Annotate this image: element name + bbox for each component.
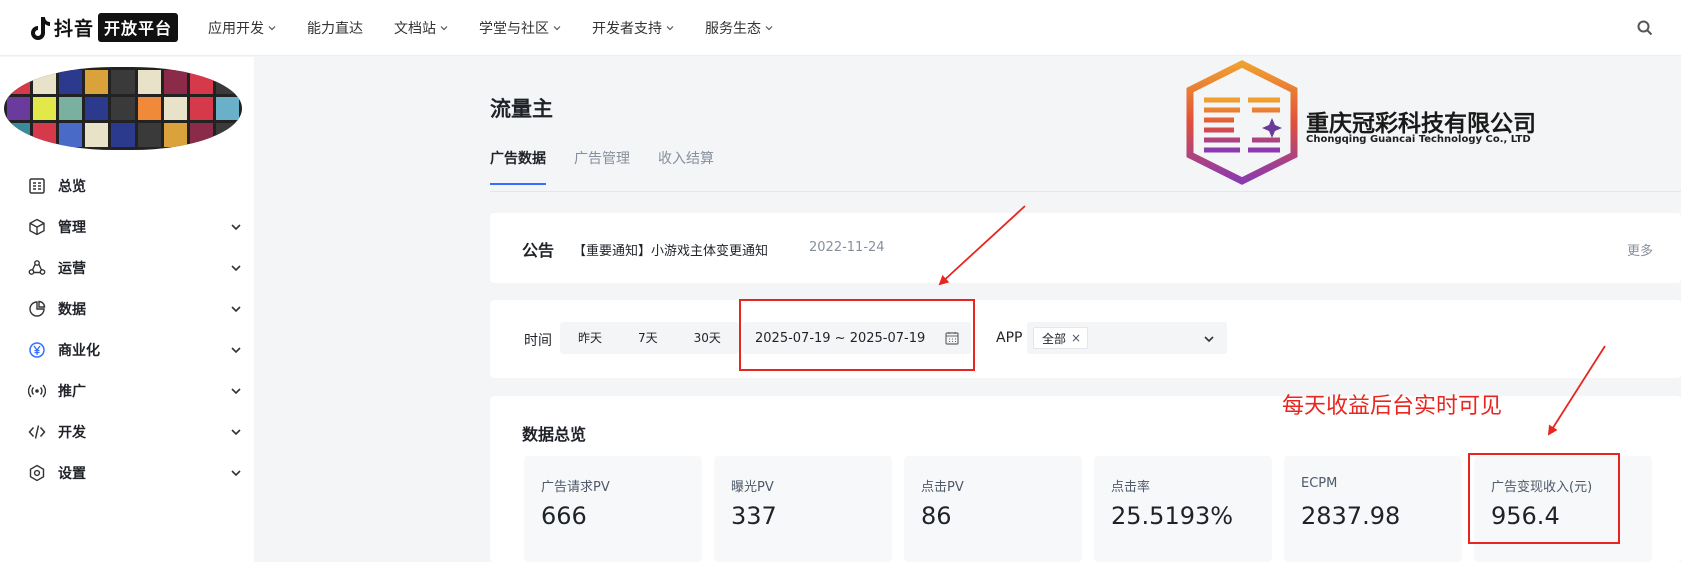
- chevron-down-icon: [231, 265, 241, 272]
- metric-label: 点击率: [1111, 480, 1151, 495]
- sidebar-item-operation[interactable]: 运营: [28, 256, 242, 280]
- overview-icon: [29, 178, 45, 194]
- app-avatar-mosaic: [4, 67, 242, 150]
- metric-click-pv: 点击PV 86: [904, 456, 1082, 562]
- sidebar-item-promotion[interactable]: 推广: [28, 379, 242, 403]
- metric-ecpm: ECPM 2837.98: [1284, 456, 1462, 562]
- tab-ad-management[interactable]: 广告管理: [574, 148, 630, 185]
- sidebar-item-overview[interactable]: 总览: [28, 174, 242, 198]
- chevron-down-icon: [231, 429, 241, 436]
- metric-label: 广告请求PV: [541, 480, 610, 495]
- chevron-down-icon: [440, 25, 448, 30]
- metric-value: 337: [731, 502, 777, 530]
- pie-chart-icon: [29, 300, 46, 317]
- metric-impression-pv: 曝光PV 337: [714, 456, 892, 562]
- annotation-text: 每天收益后台实时可见: [1282, 394, 1503, 419]
- sidebar-item-develop[interactable]: 开发: [28, 420, 242, 444]
- search-icon[interactable]: [1635, 18, 1655, 38]
- sidebar: 总览 管理 运营 数据 商业化 推广 开发 设置: [0, 57, 254, 562]
- metric-value: 25.5193%: [1111, 502, 1234, 530]
- main-nav: 应用开发 能力直达 文档站 学堂与社区 开发者支持 服务生态: [208, 18, 804, 38]
- chevron-down-icon: [231, 224, 241, 231]
- operation-icon: [28, 260, 46, 275]
- sidebar-item-data[interactable]: 数据: [28, 297, 242, 321]
- app-tag-all: 全部 ×: [1033, 327, 1089, 349]
- nav-item-app-dev[interactable]: 应用开发: [208, 18, 276, 38]
- notice-more-link[interactable]: 更多: [1627, 240, 1653, 259]
- douyin-logo[interactable]: 抖音 开放平台: [30, 13, 179, 42]
- notice-date: 2022-11-24: [809, 240, 885, 255]
- metric-label: 点击PV: [921, 480, 964, 495]
- settings-icon: [29, 464, 45, 482]
- page-title: 流量主: [490, 97, 553, 121]
- sidebar-item-settings[interactable]: 设置: [28, 461, 242, 485]
- nav-item-ecosystem[interactable]: 服务生态: [705, 18, 773, 38]
- notice-link[interactable]: 【重要通知】小游戏主体变更通知: [573, 240, 768, 259]
- tab-ad-data[interactable]: 广告数据: [490, 148, 546, 185]
- metric-label: ECPM: [1301, 476, 1338, 491]
- quick-range-group: 昨天 7天 30天: [560, 322, 739, 354]
- chevron-down-icon: [666, 25, 674, 30]
- tab-settlement[interactable]: 收入结算: [658, 148, 714, 185]
- cube-icon: [29, 218, 45, 236]
- chevron-down-icon: [231, 388, 241, 395]
- company-name-cn: 重庆冠彩科技有限公司: [1306, 111, 1536, 137]
- app-select[interactable]: 全部 ×: [1027, 322, 1227, 354]
- annotation-box-date: [739, 299, 975, 371]
- metric-ctr: 点击率 25.5193%: [1094, 456, 1272, 562]
- sidebar-item-monetization[interactable]: 商业化: [28, 338, 242, 362]
- annotation-box-revenue: [1468, 453, 1620, 544]
- nav-item-support[interactable]: 开发者支持: [592, 18, 674, 38]
- range-30d-button[interactable]: 30天: [676, 322, 739, 354]
- tab-bar: 广告数据 广告管理 收入结算: [490, 148, 742, 185]
- chevron-down-icon: [553, 25, 561, 30]
- metric-value: 2837.98: [1301, 502, 1401, 530]
- nav-item-academy[interactable]: 学堂与社区: [479, 18, 561, 38]
- sidebar-item-manage[interactable]: 管理: [28, 215, 242, 239]
- chevron-down-icon: [231, 347, 241, 354]
- yen-icon: [29, 342, 45, 358]
- metric-value: 86: [921, 502, 952, 530]
- nav-item-docs[interactable]: 文档站: [394, 18, 448, 38]
- top-nav: 抖音 开放平台 应用开发 能力直达 文档站 学堂与社区 开发者支持 服务生态: [0, 0, 1681, 56]
- chevron-down-icon: [765, 25, 773, 30]
- broadcast-icon: [28, 384, 46, 398]
- code-icon: [28, 425, 46, 439]
- chevron-down-icon: [268, 25, 276, 30]
- company-name-en: Chongqing Guancai Technology Co., LTD: [1306, 134, 1531, 145]
- tiktok-note-icon: [31, 16, 50, 40]
- range-yesterday-button[interactable]: 昨天: [560, 322, 620, 354]
- nav-item-capabilities[interactable]: 能力直达: [307, 18, 363, 38]
- time-label: 时间: [524, 333, 552, 349]
- tabs-divider: [490, 191, 1681, 192]
- metric-request-pv: 广告请求PV 666: [524, 456, 702, 562]
- metric-value: 666: [541, 502, 587, 530]
- chevron-down-icon: [231, 306, 241, 313]
- notice-title: 公告: [522, 241, 555, 260]
- logo-word: 抖音: [54, 18, 95, 40]
- range-7d-button[interactable]: 7天: [620, 322, 676, 354]
- app-label: APP: [996, 330, 1023, 346]
- logo-badge: 开放平台: [98, 13, 179, 42]
- notice-card: 公告 【重要通知】小游戏主体变更通知 2022-11-24 更多: [490, 213, 1681, 283]
- filter-card: 时间 昨天 7天 30天 2025-07-19 ~ 2025-07-19 APP…: [490, 300, 1681, 378]
- metric-label: 曝光PV: [731, 480, 774, 495]
- chevron-down-icon: [231, 470, 241, 477]
- close-icon[interactable]: ×: [1071, 331, 1081, 345]
- overview-title: 数据总览: [522, 425, 587, 444]
- chevron-down-icon: [1204, 336, 1214, 343]
